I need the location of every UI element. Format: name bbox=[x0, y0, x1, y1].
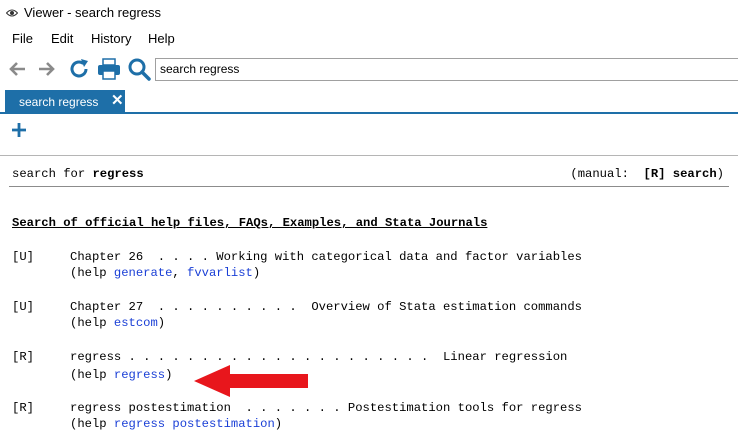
plus-icon[interactable] bbox=[10, 121, 28, 139]
forward-button[interactable] bbox=[34, 54, 60, 84]
menu-bar: File Edit History Help bbox=[0, 28, 738, 50]
red-arrow-annotation bbox=[194, 365, 308, 397]
menu-history[interactable]: History bbox=[91, 31, 131, 46]
tab-subbar bbox=[0, 116, 738, 156]
search-icon bbox=[128, 58, 151, 81]
menu-edit[interactable]: Edit bbox=[51, 31, 73, 46]
window-title: Viewer - search regress bbox=[24, 5, 162, 20]
entry-line: regress postestimation . . . . . . . Pos… bbox=[70, 401, 582, 415]
section-heading: Search of official help files, FAQs, Exa… bbox=[12, 216, 488, 230]
entry-help: (help regress) bbox=[70, 367, 172, 383]
menu-file[interactable]: File bbox=[12, 31, 33, 46]
entry-help: (help generate, fvvarlist) bbox=[70, 265, 260, 281]
manual-prefix: (manual: bbox=[570, 167, 644, 181]
print-button[interactable] bbox=[96, 54, 122, 84]
title-bar: Viewer - search regress bbox=[0, 0, 738, 26]
tab-bar: search regress ✕ bbox=[0, 90, 738, 114]
print-icon bbox=[98, 58, 120, 80]
search-button[interactable] bbox=[126, 54, 152, 84]
entry-tag: [U] bbox=[12, 300, 34, 314]
help-suffix: ) bbox=[165, 368, 173, 382]
help-prefix: (help bbox=[70, 316, 114, 330]
refresh-icon bbox=[70, 59, 88, 78]
entry-line: Chapter 27 . . . . . . . . . . Overview … bbox=[70, 300, 582, 314]
entry-help: (help estcom) bbox=[70, 315, 165, 331]
help-link-estcom[interactable]: estcom bbox=[114, 316, 158, 330]
search-header: search for regress bbox=[12, 166, 144, 182]
tab-search-regress[interactable]: search regress ✕ bbox=[5, 90, 125, 114]
tab-label: search regress bbox=[19, 95, 99, 109]
help-link-regress-postestimation[interactable]: regress postestimation bbox=[114, 417, 275, 431]
entry-line: Chapter 26 . . . . Working with categori… bbox=[70, 250, 582, 264]
header-divider bbox=[9, 186, 729, 187]
search-input[interactable]: search regress bbox=[155, 58, 738, 81]
manual-link[interactable]: [R] search bbox=[644, 167, 717, 181]
help-prefix: (help bbox=[70, 368, 114, 382]
entry-tag: [R] bbox=[12, 401, 34, 415]
entry-help: (help regress postestimation) bbox=[70, 416, 282, 432]
menu-help[interactable]: Help bbox=[148, 31, 175, 46]
help-prefix: (help bbox=[70, 417, 114, 431]
entry-tag: [R] bbox=[12, 350, 34, 364]
help-separator: , bbox=[172, 266, 188, 280]
search-term: regress bbox=[92, 167, 144, 181]
manual-suffix: ) bbox=[716, 167, 724, 181]
help-link-generate[interactable]: generate bbox=[114, 266, 173, 280]
help-link-regress[interactable]: regress bbox=[114, 368, 165, 382]
search-header-prefix: search for bbox=[12, 167, 93, 181]
entry-tag: [U] bbox=[12, 250, 34, 264]
back-button[interactable] bbox=[4, 54, 30, 84]
entry-line: regress . . . . . . . . . . . . . . . . … bbox=[70, 350, 568, 364]
close-icon[interactable]: ✕ bbox=[111, 92, 124, 110]
eye-icon bbox=[6, 9, 18, 17]
viewer-content: search for regress (manual: [R] search) … bbox=[0, 157, 738, 440]
refresh-button[interactable] bbox=[66, 54, 92, 84]
help-prefix: (help bbox=[70, 266, 114, 280]
forward-arrow-icon bbox=[39, 62, 55, 76]
manual-reference: (manual: [R] search) bbox=[570, 166, 724, 182]
back-arrow-icon bbox=[9, 62, 25, 76]
help-suffix: ) bbox=[274, 417, 283, 431]
help-suffix: ) bbox=[157, 316, 166, 330]
help-suffix: ) bbox=[252, 266, 261, 280]
help-link-fvvarlist[interactable]: fvvarlist bbox=[187, 266, 253, 280]
